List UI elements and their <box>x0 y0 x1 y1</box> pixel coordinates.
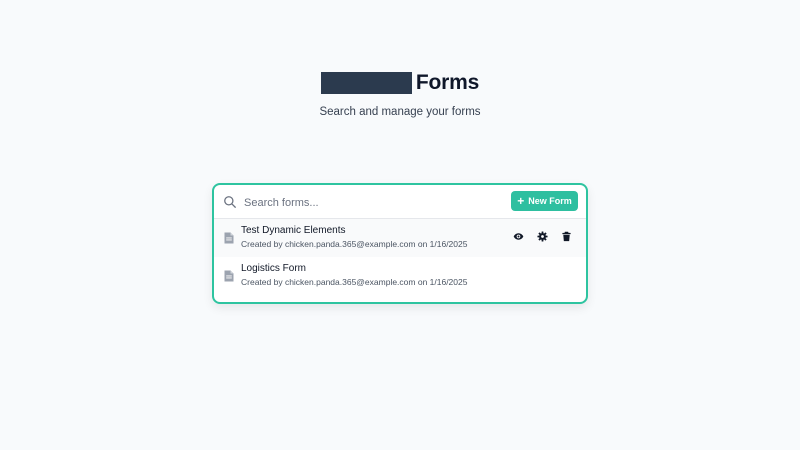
form-meta: Created by chicken.panda.365@example.com… <box>241 239 468 249</box>
form-name: Test Dynamic Elements <box>241 225 346 236</box>
delete-icon[interactable] <box>561 231 572 242</box>
forms-panel: + New Form Test Dynamic Elements Created… <box>212 183 588 304</box>
form-list-item[interactable]: Test Dynamic Elements Created by chicken… <box>214 219 586 257</box>
document-icon <box>224 270 234 282</box>
document-icon <box>224 232 234 244</box>
redacted-block <box>320 72 412 94</box>
search-input[interactable] <box>242 191 506 215</box>
view-icon[interactable] <box>513 231 524 242</box>
new-form-button[interactable]: + New Form <box>511 191 578 211</box>
form-list-item[interactable]: Logistics Form Created by chicken.panda.… <box>214 257 586 295</box>
plus-icon: + <box>517 194 525 208</box>
new-form-label: New Form <box>528 196 572 206</box>
row-actions <box>513 231 572 242</box>
search-icon <box>224 196 236 208</box>
page-subtitle: Search and manage your forms <box>319 106 481 118</box>
forms-toolbar: + New Form <box>214 185 586 219</box>
form-meta: Created by chicken.panda.365@example.com… <box>241 277 468 287</box>
settings-icon[interactable] <box>537 231 548 242</box>
page-title: Forms <box>415 71 480 94</box>
page-header: Forms Search and manage your forms <box>0 70 800 118</box>
form-name: Logistics Form <box>241 263 307 274</box>
title-row: Forms <box>0 70 800 96</box>
